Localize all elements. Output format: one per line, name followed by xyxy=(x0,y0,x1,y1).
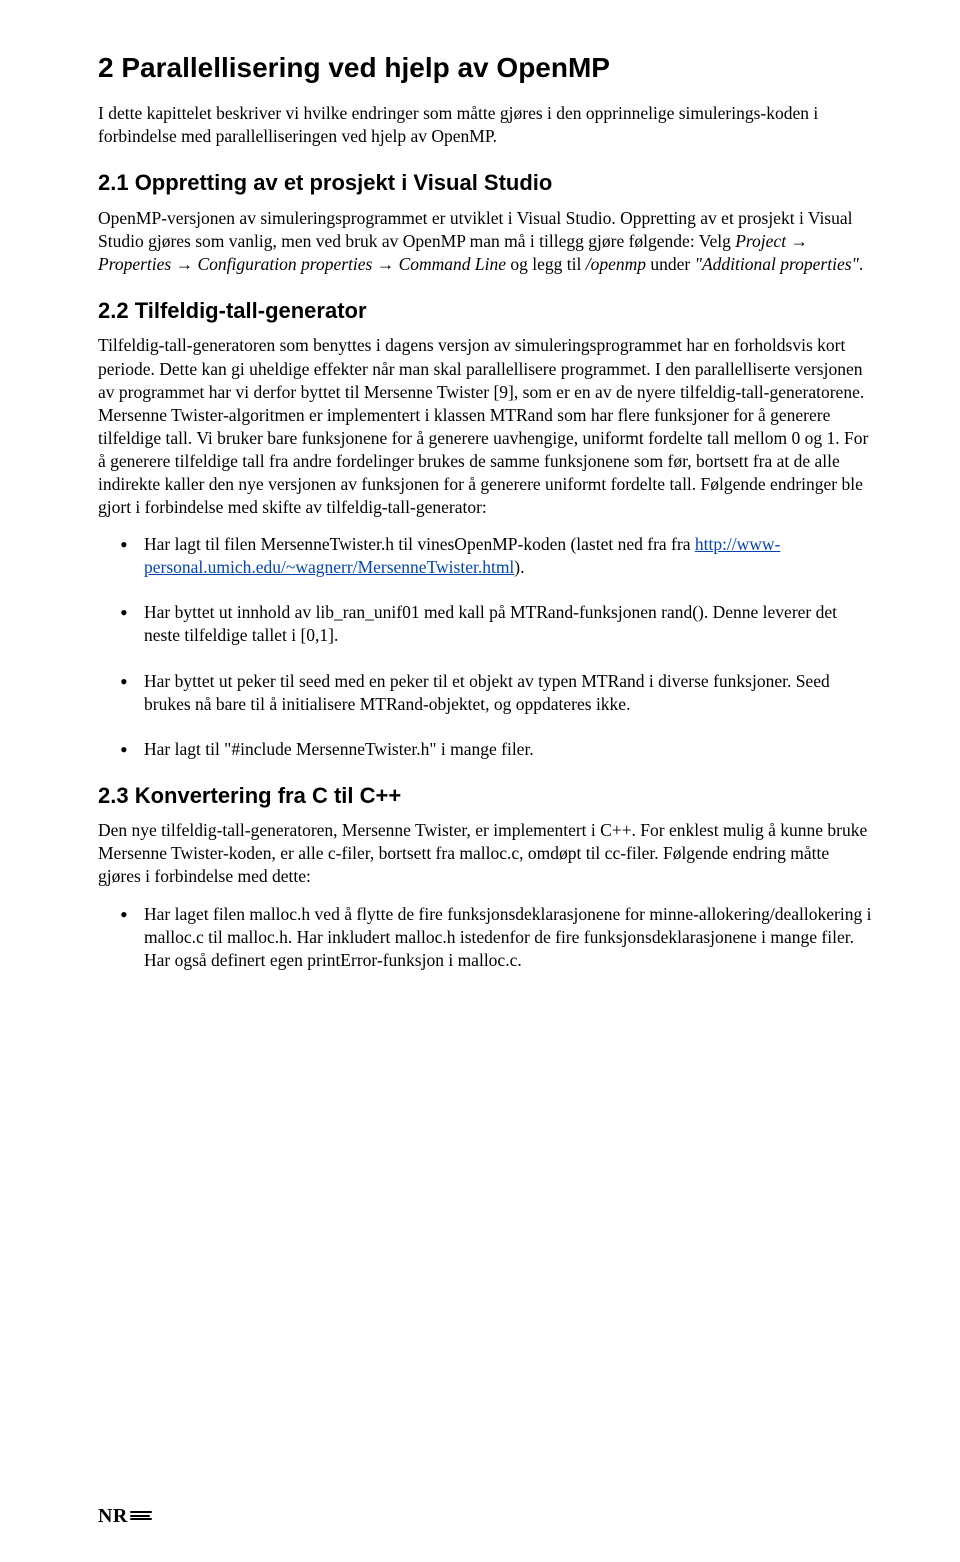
logo-wave-icon xyxy=(130,1510,152,1524)
paragraph-2-3: Den nye tilfeldig-tall-generatoren, Mers… xyxy=(98,819,872,888)
text-run: og legg til xyxy=(506,254,586,274)
paragraph-2-1: OpenMP-versjonen av simuleringsprogramme… xyxy=(98,207,872,276)
text-run: Har lagt til filen MersenneTwister.h til… xyxy=(144,534,695,554)
heading-chapter-2: 2 Parallellisering ved hjelp av OpenMP xyxy=(98,52,872,84)
list-item: Har laget filen malloc.h ved å flytte de… xyxy=(144,903,872,972)
footer-logo: NR xyxy=(98,1505,152,1528)
text-run: ). xyxy=(514,557,524,577)
list-item: Har byttet ut innhold av lib_ran_unif01 … xyxy=(144,601,872,647)
list-item: Har lagt til filen MersenneTwister.h til… xyxy=(144,533,872,579)
intro-paragraph: I dette kapittelet beskriver vi hvilke e… xyxy=(98,102,872,148)
italic-run: /openmp xyxy=(586,254,646,274)
italic-run: "Additional properties" xyxy=(695,254,859,274)
bullet-list-2-2: Har lagt til filen MersenneTwister.h til… xyxy=(98,533,872,761)
list-item: Har lagt til "#include MersenneTwister.h… xyxy=(144,738,872,761)
bullet-list-2-3: Har laget filen malloc.h ved å flytte de… xyxy=(98,903,872,972)
document-page: 2 Parallellisering ved hjelp av OpenMP I… xyxy=(0,0,960,1562)
heading-2-3: 2.3 Konvertering fra C til C++ xyxy=(98,783,872,809)
text-run: . xyxy=(859,254,863,274)
text-run: under xyxy=(646,254,695,274)
heading-2-1: 2.1 Oppretting av et prosjekt i Visual S… xyxy=(98,170,872,196)
paragraph-2-2: Tilfeldig-tall-generatoren som benyttes … xyxy=(98,334,872,519)
logo-text: NR xyxy=(98,1505,128,1528)
list-item: Har byttet ut peker til seed med en peke… xyxy=(144,670,872,716)
heading-2-2: 2.2 Tilfeldig-tall-generator xyxy=(98,298,872,324)
